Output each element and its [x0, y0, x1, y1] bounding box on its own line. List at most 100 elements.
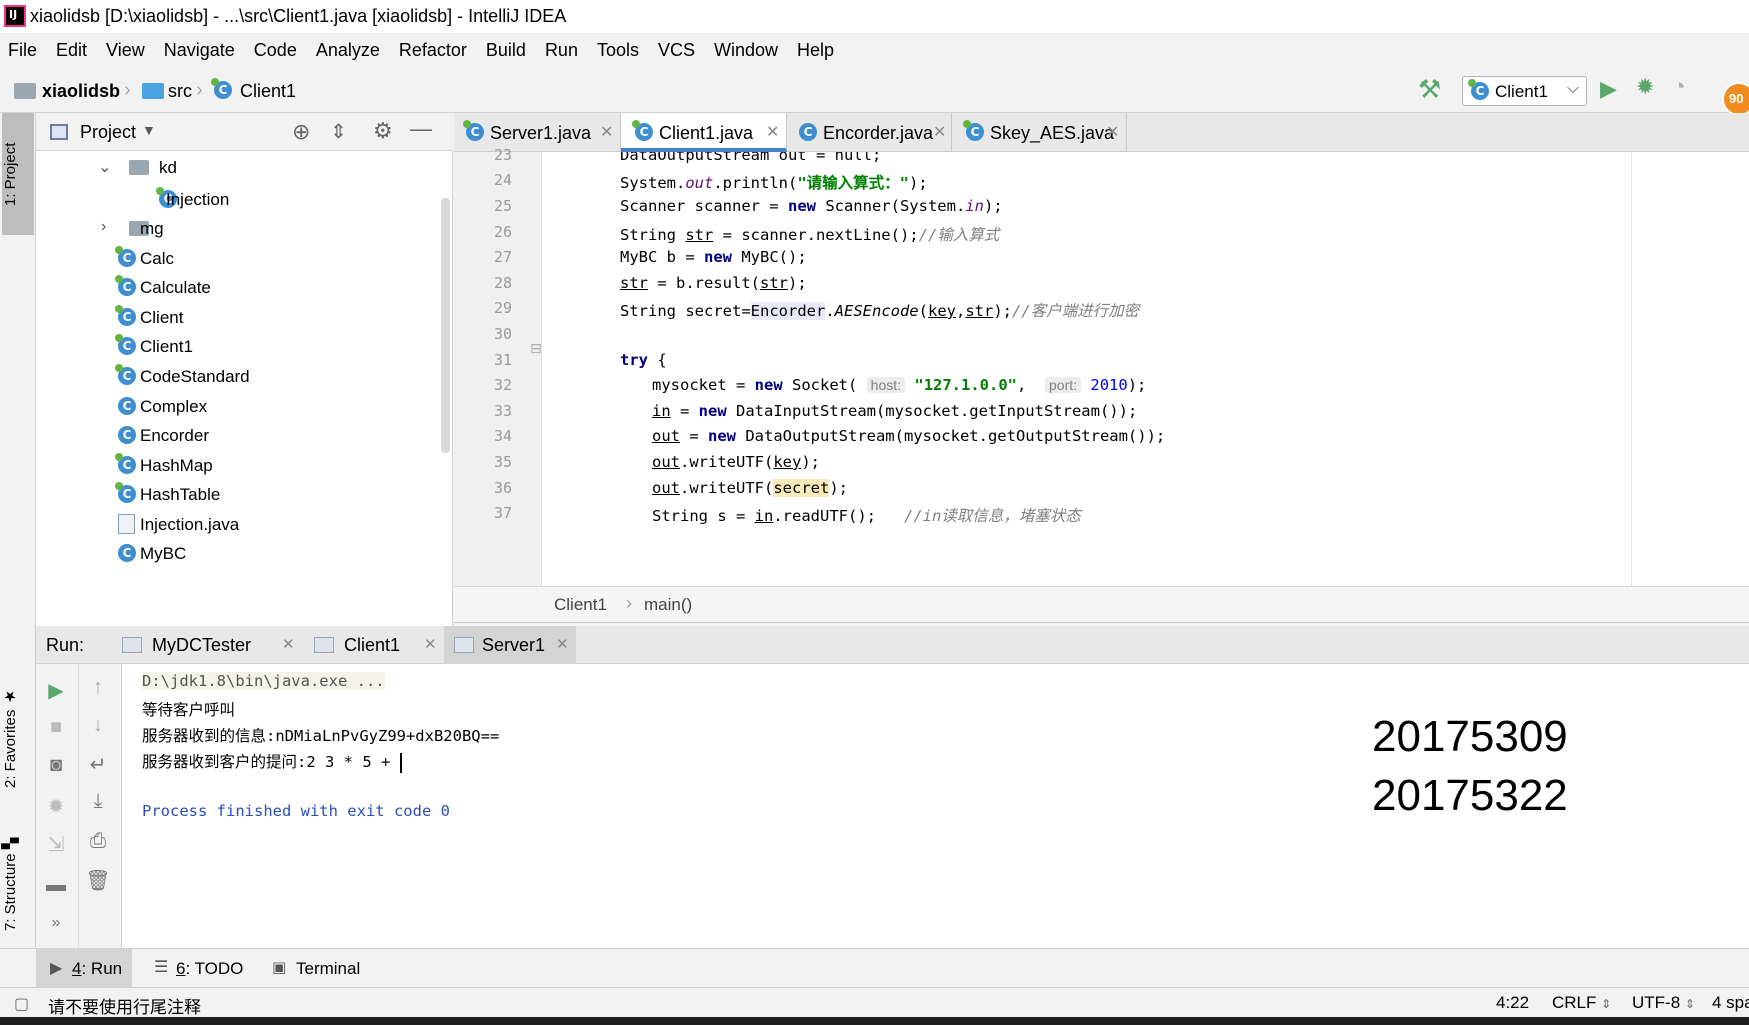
- chevron-down-icon[interactable]: ⌄: [98, 157, 111, 177]
- tree-item-hashtable[interactable]: C HashTable: [36, 478, 436, 511]
- run-label: Run:: [46, 635, 85, 655]
- run-config-select[interactable]: C Client1 ⌵: [1462, 76, 1587, 106]
- editor-tab-bar: C Server1.java ✕ C Client1.java ✕ C Enco…: [454, 113, 1749, 152]
- tool-terminal-button[interactable]: ▣ Terminal: [268, 949, 378, 987]
- tool-todo-button[interactable]: ☰ 6: TODO: [146, 949, 246, 987]
- stop-icon[interactable]: ■: [42, 716, 70, 739]
- code-line-26: String str = scanner.nextLine();//输入算式: [620, 226, 1000, 244]
- editor-breadcrumb: Client1 › main(): [454, 586, 1749, 623]
- run-tab-client1[interactable]: Client1 ✕: [304, 626, 444, 664]
- arrow-down-icon[interactable]: ↓: [84, 714, 112, 737]
- tab-skey-aes-java[interactable]: C Skey_AES.java ✕: [952, 113, 1127, 152]
- tool-run-button[interactable]: ▶ 4: Run: [36, 949, 132, 987]
- crumb-separator-icon: ›: [196, 79, 203, 101]
- build-hammer-icon[interactable]: ⚒: [1418, 74, 1441, 105]
- menu-help[interactable]: Help: [797, 40, 834, 61]
- chevron-right-icon[interactable]: ›: [101, 218, 106, 236]
- project-panel-title[interactable]: Project: [80, 122, 136, 143]
- print-icon[interactable]: ⎙: [84, 830, 112, 853]
- class-icon: C: [1468, 79, 1489, 100]
- chevron-down-icon[interactable]: ▼: [142, 122, 156, 138]
- file-encoding[interactable]: UTF-8 ⇕: [1632, 993, 1695, 1013]
- status-toggle-icon[interactable]: ▢: [14, 994, 29, 1014]
- export-icon[interactable]: ⇲: [42, 832, 70, 857]
- fold-marker-icon[interactable]: ⊟: [530, 340, 542, 357]
- tree-item-mybc[interactable]: C MyBC: [36, 537, 436, 570]
- locate-target-icon[interactable]: ⊕: [292, 119, 310, 145]
- arrow-up-icon[interactable]: ↑: [84, 676, 112, 699]
- console-command-line: D:\jdk1.8\bin\java.exe ...: [142, 672, 385, 690]
- indent-setting[interactable]: 4 spa: [1712, 993, 1749, 1013]
- close-icon[interactable]: ✕: [933, 122, 946, 142]
- breadcrumb-class[interactable]: Client1: [554, 595, 607, 615]
- menu-run[interactable]: Run: [545, 40, 578, 61]
- collapse-all-icon[interactable]: ⇕: [330, 119, 347, 144]
- code-editor[interactable]: DataOutputStream out = null; System.out.…: [542, 152, 1749, 586]
- stripe-project-button[interactable]: 1: Project: [2, 113, 34, 235]
- menu-window[interactable]: Window: [714, 40, 778, 61]
- crumb-src[interactable]: src: [168, 81, 192, 102]
- menu-vcs[interactable]: VCS: [658, 40, 695, 61]
- more-icon[interactable]: »: [42, 914, 70, 932]
- menu-edit[interactable]: Edit: [56, 40, 87, 61]
- tab-encorder-java[interactable]: C Encorder.java ✕: [787, 113, 952, 152]
- run-tab-server1[interactable]: Server1 ✕: [444, 626, 576, 664]
- layout-icon[interactable]: ▬: [42, 874, 70, 897]
- run-tab-mydctester[interactable]: MyDCTester ✕: [112, 626, 304, 664]
- close-icon[interactable]: ✕: [1106, 122, 1119, 142]
- debug-disabled-icon[interactable]: ✹: [42, 794, 70, 819]
- menu-view[interactable]: View: [106, 40, 145, 61]
- scroll-to-end-icon[interactable]: ⤓: [84, 790, 112, 813]
- menu-refactor[interactable]: Refactor: [399, 40, 467, 61]
- gear-icon[interactable]: ⚙: [373, 118, 393, 144]
- param-hint-host: host:: [866, 377, 906, 393]
- rerun-icon[interactable]: ▶: [42, 678, 70, 703]
- caret-position[interactable]: 4:22: [1496, 993, 1529, 1013]
- close-icon[interactable]: ✕: [424, 635, 437, 653]
- menu-analyze[interactable]: Analyze: [316, 40, 380, 61]
- code-line-29: String secret=Encorder.AESEncode(key,str…: [620, 302, 1140, 320]
- close-icon[interactable]: ✕: [282, 635, 295, 653]
- close-icon[interactable]: ✕: [556, 635, 569, 653]
- class-icon: C: [799, 123, 817, 141]
- console-exit-line: Process finished with exit code 0: [142, 802, 450, 820]
- run-icon[interactable]: ▶: [1600, 76, 1617, 102]
- overlay-student-id: 20175309: [1372, 712, 1568, 761]
- trash-icon[interactable]: 🗑: [84, 868, 112, 893]
- menu-file[interactable]: File: [8, 40, 37, 61]
- camera-icon[interactable]: ◙: [42, 754, 70, 777]
- crumb-project[interactable]: xiaolidsb: [42, 81, 120, 102]
- line-number: 32: [493, 376, 512, 394]
- console-output[interactable]: D:\jdk1.8\bin\java.exe ... 等待客户呼叫 服务器收到的…: [122, 664, 1749, 948]
- debug-bug-icon[interactable]: ✹: [1636, 74, 1654, 100]
- tree-item-mg[interactable]: › mg: [36, 212, 436, 245]
- project-scrollbar[interactable]: [441, 198, 450, 453]
- breadcrumb-method[interactable]: main(): [644, 595, 692, 615]
- tree-item-client1[interactable]: C Client1: [36, 330, 436, 363]
- code-line-33: in = new DataInputStream(mysocket.getInp…: [652, 402, 1138, 420]
- close-icon[interactable]: ✕: [766, 122, 779, 142]
- stripe-structure-button[interactable]: 7: Structure ▚: [2, 823, 34, 945]
- left-tool-stripe: 1: Project 2: Favorites ★ 7: Structure ▚: [0, 113, 36, 948]
- code-line-24: System.out.println("请输入算式：");: [620, 174, 928, 192]
- tree-item-kd[interactable]: ⌄ kd: [36, 151, 436, 184]
- tab-client1-java[interactable]: C Client1.java ✕: [621, 113, 787, 152]
- close-icon[interactable]: ✕: [600, 122, 613, 142]
- menu-tools[interactable]: Tools: [597, 40, 639, 61]
- crumb-separator-icon: ›: [124, 79, 131, 101]
- notification-badge[interactable]: 90: [1722, 82, 1749, 116]
- menu-build[interactable]: Build: [486, 40, 526, 61]
- crumb-class[interactable]: Client1: [240, 81, 296, 102]
- menu-navigate[interactable]: Navigate: [164, 40, 235, 61]
- soft-wrap-icon[interactable]: ↵: [84, 752, 112, 777]
- line-number: 25: [493, 197, 512, 215]
- tree-item-encorder[interactable]: C Encorder: [36, 419, 436, 452]
- menu-code[interactable]: Code: [254, 40, 297, 61]
- minimize-icon[interactable]: —: [410, 116, 432, 142]
- stripe-favorites-button[interactable]: 2: Favorites ★: [2, 673, 34, 803]
- class-icon: C: [211, 78, 232, 99]
- coverage-icon[interactable]: ◔: [1672, 73, 1686, 100]
- tree-item-calculate[interactable]: C Calculate: [36, 271, 436, 304]
- tree-item-codestandard[interactable]: C CodeStandard: [36, 360, 436, 393]
- line-separator[interactable]: CRLF ⇕: [1552, 993, 1611, 1013]
